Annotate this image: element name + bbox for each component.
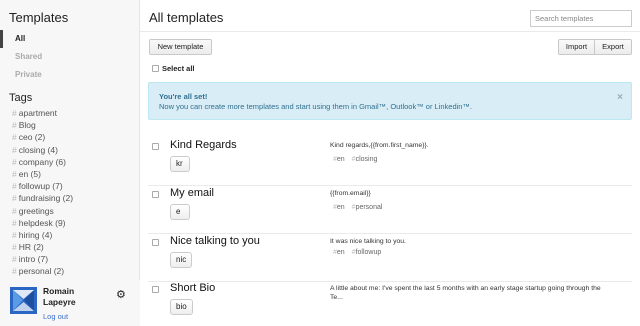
sidebar-item-shared[interactable]: Shared (0, 48, 140, 66)
tag-hash: # (12, 132, 17, 143)
tag-hash: # (12, 266, 17, 277)
template-checkbox[interactable] (152, 143, 159, 150)
new-template-button[interactable]: New template (149, 39, 212, 55)
user-name: Romain Lapeyre (43, 286, 76, 308)
sidebar-tag-item[interactable]: # personal (2) (12, 265, 73, 277)
sidebar-tag-item[interactable]: # hiring (4) (12, 229, 73, 241)
template-name[interactable]: Short Bio (170, 282, 215, 294)
tag-hash: # (12, 242, 17, 253)
tag-hash: # (12, 217, 17, 228)
template-body: {{from.email}} (330, 190, 371, 197)
tag-hash: # (12, 181, 17, 192)
gear-icon[interactable]: ⚙ (116, 288, 126, 301)
template-row[interactable]: Kind Regards kr Kind regards,{{from.firs… (148, 139, 632, 186)
template-row[interactable]: My email e {{from.email}} #en #personal (148, 187, 632, 234)
tags-title: Tags (9, 92, 33, 104)
template-tag[interactable]: #closing (352, 156, 378, 163)
user-first-name: Romain (43, 286, 75, 296)
template-shortcut[interactable]: e (170, 204, 190, 220)
template-shortcut[interactable]: nic (170, 252, 193, 268)
logout-link[interactable]: Log out (43, 312, 68, 321)
template-tag[interactable]: #en (333, 204, 345, 211)
template-body: It was nice talking to you. (330, 238, 406, 245)
close-icon[interactable]: × (617, 92, 623, 103)
sidebar-nav: All Shared Private (0, 30, 140, 84)
sidebar-tag-item[interactable]: # Blog (12, 119, 73, 131)
tag-hash: # (12, 120, 17, 131)
tag-label: en (5) (18, 168, 41, 179)
tag-label: company (6) (18, 156, 66, 167)
tag-hash: # (12, 193, 17, 204)
sidebar-tag-item[interactable]: # fundraising (2) (12, 192, 73, 204)
template-row[interactable]: Nice talking to you nic It was nice talk… (148, 235, 632, 282)
sidebar-tag-item[interactable]: # company (6) (12, 156, 73, 168)
main-panel: All templates New template Import Export… (140, 0, 640, 326)
sidebar-tag-item[interactable]: # HR (2) (12, 241, 73, 253)
template-name[interactable]: My email (170, 187, 214, 199)
template-tag[interactable]: #followup (352, 249, 382, 256)
tag-hash: # (12, 205, 17, 216)
search-input[interactable] (530, 10, 632, 27)
tag-hash: # (12, 108, 17, 118)
sidebar-title: Templates (9, 10, 69, 25)
template-tag[interactable]: #personal (352, 204, 383, 211)
tag-label: followup (7) (18, 181, 63, 192)
info-alert: You're all set! Now you can create more … (148, 82, 632, 120)
tag-label: helpdesk (9) (18, 217, 66, 228)
select-all-checkbox[interactable] (152, 65, 159, 72)
template-tags: #en #closing (333, 156, 382, 163)
sidebar-tag-item[interactable]: # closing (4) (12, 144, 73, 156)
sidebar-item-all[interactable]: All (0, 30, 140, 48)
sidebar-item-private[interactable]: Private (0, 66, 140, 84)
template-tags: #en #followup (333, 249, 386, 256)
sidebar-tag-item[interactable]: # en (5) (12, 168, 73, 180)
user-panel: Romain Lapeyre Log out ⚙ (0, 280, 140, 326)
template-name[interactable]: Nice talking to you (170, 235, 260, 247)
alert-text: Now you can create more templates and st… (159, 102, 473, 111)
tag-label: Blog (18, 120, 36, 131)
sidebar-tag-item[interactable]: # helpdesk (9) (12, 217, 73, 229)
tag-label: hiring (4) (18, 229, 53, 240)
template-body: A little about me: I've spent the last 5… (330, 285, 601, 301)
template-body: Kind regards,{{from.first_name}}. (330, 142, 429, 149)
select-all-label: Select all (162, 64, 195, 73)
export-button[interactable]: Export (595, 39, 632, 55)
tag-label: greetings (18, 205, 54, 216)
tag-hash: # (12, 144, 17, 155)
tag-hash: # (12, 168, 17, 179)
template-tag[interactable]: #en (333, 156, 345, 163)
import-button[interactable]: Import (558, 39, 595, 55)
tag-hash: # (12, 156, 17, 167)
tag-label: apartment (18, 108, 58, 118)
tag-hash: # (12, 254, 17, 265)
sidebar-tag-item[interactable]: # apartment (12, 107, 73, 119)
alert-title: You're all set! (159, 92, 208, 101)
sidebar-tag-item[interactable]: # greetings (12, 205, 73, 217)
user-last-name: Lapeyre (43, 297, 76, 307)
template-shortcut[interactable]: kr (170, 156, 190, 172)
tag-hash: # (12, 229, 17, 240)
template-tags: #en #personal (333, 204, 387, 211)
tag-list: # apartment # Blog # ceo (2) # closing (4) # comp… (12, 107, 73, 278)
tag-label: ceo (2) (18, 132, 46, 143)
tag-label: personal (2) (18, 266, 65, 277)
template-name[interactable]: Kind Regards (170, 139, 237, 151)
template-row[interactable]: Short Bio bio A little about me: I've sp… (148, 282, 632, 326)
sidebar: Templates All Shared Private Tags # apart… (0, 0, 140, 326)
avatar (10, 287, 37, 314)
template-checkbox[interactable] (152, 286, 159, 293)
template-shortcut[interactable]: bio (170, 299, 193, 315)
sidebar-tag-item[interactable]: # ceo (2) (12, 131, 73, 143)
template-checkbox[interactable] (152, 239, 159, 246)
header-divider (140, 31, 640, 32)
tag-label: fundraising (2) (18, 193, 74, 204)
sidebar-tag-item[interactable]: # followup (7) (12, 180, 73, 192)
tag-label: HR (2) (18, 242, 44, 253)
template-tag[interactable]: #en (333, 249, 345, 256)
tag-label: closing (4) (18, 144, 58, 155)
page-title: All templates (149, 10, 224, 25)
tag-label: intro (7) (18, 254, 49, 265)
template-checkbox[interactable] (152, 191, 159, 198)
sidebar-tag-item[interactable]: # intro (7) (12, 253, 73, 265)
